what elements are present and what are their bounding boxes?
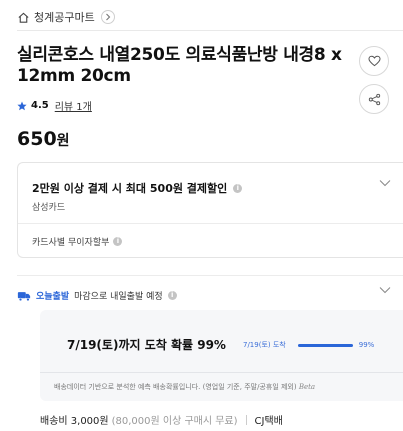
divider xyxy=(40,372,403,373)
divider xyxy=(245,414,247,425)
store-name: 청계공구마트 xyxy=(34,11,95,24)
store-breadcrumb[interactable]: 청계공구마트 xyxy=(17,8,115,26)
benefit-title-text: 2만원 이상 결제 시 최대 500원 결제할인 xyxy=(32,182,228,195)
product-title: 실리콘호스 내열250도 의료식품난방 내경8 x 12mm 20cm xyxy=(17,45,342,86)
info-icon[interactable]: i xyxy=(233,183,243,193)
star-icon xyxy=(17,101,27,110)
benefit-box[interactable]: 2만원 이상 결제 시 최대 500원 결제할인 i 삼성카드 카드사별 무이자… xyxy=(17,162,403,258)
delivery-row: 오늘출발 마감으로 내일출발 예정 i xyxy=(17,289,177,302)
favorite-button[interactable] xyxy=(359,46,389,76)
delivery-desc: 마감으로 내일출발 예정 xyxy=(74,292,163,302)
courier: CJ택배 xyxy=(254,416,283,427)
arrival-note: 배송데이터 기반으로 분석한 예측 배송확률입니다. (영업일 기준, 주말/공… xyxy=(54,382,315,392)
truck-icon xyxy=(17,291,31,301)
heart-icon xyxy=(367,55,381,67)
share-button[interactable] xyxy=(359,84,389,114)
arrival-note-text: 배송데이터 기반으로 분석한 예측 배송확률입니다. (영업일 기준, 주말/공… xyxy=(54,383,297,391)
arrival-mini-label: 7/19(토) 도착 xyxy=(243,341,286,349)
arrival-probability-bar xyxy=(297,343,353,347)
arrival-title: 7/19(토)까지 도착 확률 99% xyxy=(67,338,226,352)
arrival-mini-chart: 7/19(토) 도착 99% xyxy=(243,340,374,350)
arrival-estimate-box: 7/19(토)까지 도착 확률 99% 7/19(토) 도착 99% 배송데이터… xyxy=(40,310,403,401)
chevron-down-icon[interactable] xyxy=(379,179,391,187)
beta-label: Beta xyxy=(298,383,316,391)
price-unit: 원 xyxy=(56,133,70,149)
chevron-down-icon[interactable] xyxy=(379,286,391,294)
benefit-card: 삼성카드 xyxy=(32,203,66,213)
price-value: 650 xyxy=(17,128,57,150)
divider xyxy=(17,30,403,31)
today-shipping-label: 오늘출발 xyxy=(36,292,70,302)
shipping-fee-row: 배송비 3,000원 (80,000원 이상 구매시 무료) CJ택배 xyxy=(40,412,283,427)
rating-row: 4.5 리뷰 1개 xyxy=(17,98,92,113)
divider xyxy=(18,223,403,224)
chevron-right-icon xyxy=(100,10,115,24)
info-icon[interactable]: i xyxy=(167,291,177,300)
rating-score: 4.5 xyxy=(31,100,49,111)
shipping-condition: (80,000원 이상 구매시 무료) xyxy=(111,416,238,427)
arrival-mini-percent: 99% xyxy=(358,341,375,349)
installment-info: 카드사별 무이자할부 i xyxy=(32,235,123,248)
home-icon xyxy=(18,12,29,23)
review-count-link[interactable]: 리뷰 1개 xyxy=(55,98,92,113)
info-icon[interactable]: i xyxy=(113,237,123,246)
price: 650원 xyxy=(17,128,70,150)
shipping-fee: 배송비 3,000원 xyxy=(40,416,109,427)
divider xyxy=(17,275,403,276)
installment-text: 카드사별 무이자할부 xyxy=(32,238,110,248)
share-icon xyxy=(368,93,380,105)
benefit-title: 2만원 이상 결제 시 최대 500원 결제할인 i xyxy=(32,180,243,196)
